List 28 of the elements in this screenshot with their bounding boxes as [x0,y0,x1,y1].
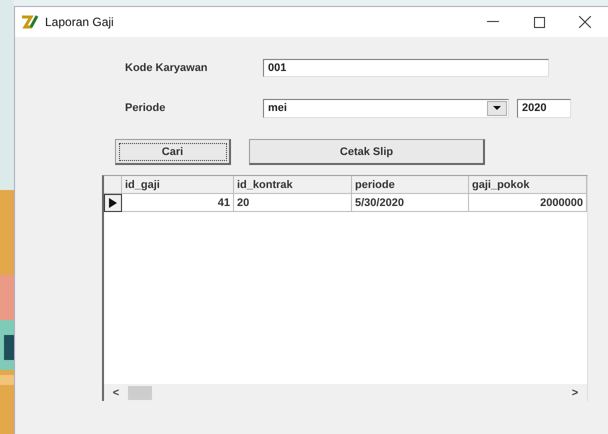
window-title: Laporan Gaji [45,15,115,29]
input-field[interactable]: 001 [263,59,549,77]
button[interactable]: Cari [115,139,231,165]
row-indicator[interactable] [104,194,122,212]
close-icon [579,16,591,28]
maximize-icon [534,16,544,28]
table-cell: 2000000 [469,194,587,212]
scroll-thumb[interactable] [128,386,152,400]
field-label: Periode [125,102,166,114]
scroll-right-button[interactable]: > [563,386,587,398]
app-icon [21,15,39,29]
table-cell: 20 [234,194,352,212]
input-field[interactable]: 2020 [517,98,571,118]
grid-corner [104,176,122,194]
minimize-icon [487,21,499,23]
table-cell: 41 [122,194,234,212]
caret-icon [493,106,501,110]
column-header[interactable]: id_gaji [122,176,234,194]
column-header[interactable]: periode [352,176,469,194]
month-dropdown[interactable]: mei [263,98,509,118]
row-pointer-icon [109,198,117,208]
scroll-left-button[interactable]: < [104,386,128,398]
table-cell: 5/30/2020 [352,194,469,212]
column-header[interactable]: id_kontrak [234,176,352,194]
horizontal-scrollbar[interactable]: < > [104,384,587,401]
field-label: Kode Karyawan [125,62,209,74]
column-header[interactable]: gaji_pokok [469,176,587,194]
button[interactable]: Cetak Slip [249,139,485,165]
